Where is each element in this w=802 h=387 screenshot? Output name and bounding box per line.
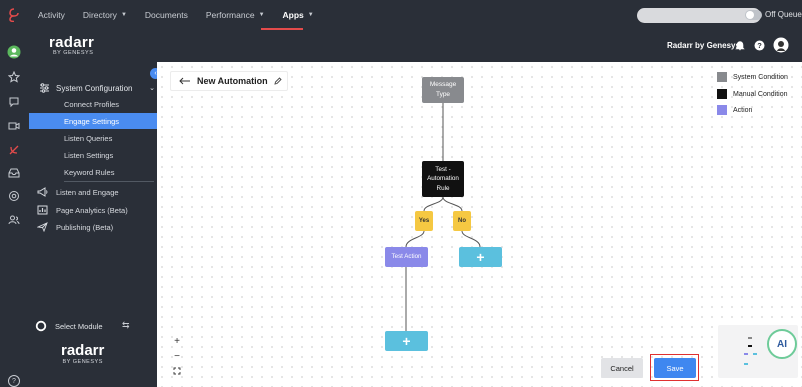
legend-swatch [717, 89, 727, 99]
pencil-icon[interactable] [274, 77, 282, 85]
ai-assistant-button[interactable]: AI [767, 329, 797, 359]
arrow-left-icon[interactable] [179, 77, 191, 85]
legend-item-manual-condition: Manual Condition [717, 89, 787, 99]
minimap-node [748, 337, 752, 339]
cancel-button[interactable]: Cancel [601, 358, 643, 378]
node-test-action[interactable]: Test Action [385, 247, 428, 267]
save-button[interactable]: Save [654, 358, 696, 378]
legend-label: Action [733, 106, 753, 114]
add-node-button[interactable]: + [459, 247, 502, 267]
plus-icon: + [476, 248, 485, 265]
automation-title-box: New Automation [170, 71, 288, 91]
zoom-in-label: + [174, 335, 180, 347]
zoom-out-label: − [174, 350, 180, 362]
node-test-automation-rule[interactable]: Test - Automation Rule [422, 161, 464, 197]
node-no-label: No [458, 217, 466, 224]
node-yes-branch[interactable]: Yes [415, 211, 433, 231]
zoom-in-button[interactable]: + [170, 335, 184, 347]
plus-icon: + [402, 332, 411, 349]
node-yes-label: Yes [418, 217, 430, 224]
flow-connectors [405, 103, 481, 331]
ai-label: AI [777, 338, 787, 350]
minimap-node [744, 353, 748, 355]
legend-label: Manual Condition [733, 90, 788, 98]
legend-item-action: Action [717, 105, 752, 115]
node-test-action-label: Test Action [391, 253, 422, 261]
node-test-automation-rule-label: Test - Automation Rule [427, 165, 459, 192]
cancel-label: Cancel [610, 363, 634, 373]
legend-item-system-condition: System Condition [717, 72, 788, 82]
minimap-node [744, 363, 748, 365]
minimap-node [753, 353, 757, 355]
save-label: Save [666, 363, 684, 373]
node-no-branch[interactable]: No [453, 211, 471, 231]
automation-title: New Automation [197, 76, 268, 86]
add-node-button[interactable]: + [385, 331, 428, 351]
minimap-node [748, 345, 752, 347]
node-message-type[interactable]: Message Type [422, 77, 464, 103]
node-message-type-label: Message Type [429, 81, 457, 98]
legend-swatch [717, 72, 727, 82]
legend-swatch [717, 105, 727, 115]
legend-label: System Condition [733, 73, 788, 81]
zoom-out-button[interactable]: − [170, 350, 184, 362]
fit-view-icon[interactable] [170, 365, 184, 377]
